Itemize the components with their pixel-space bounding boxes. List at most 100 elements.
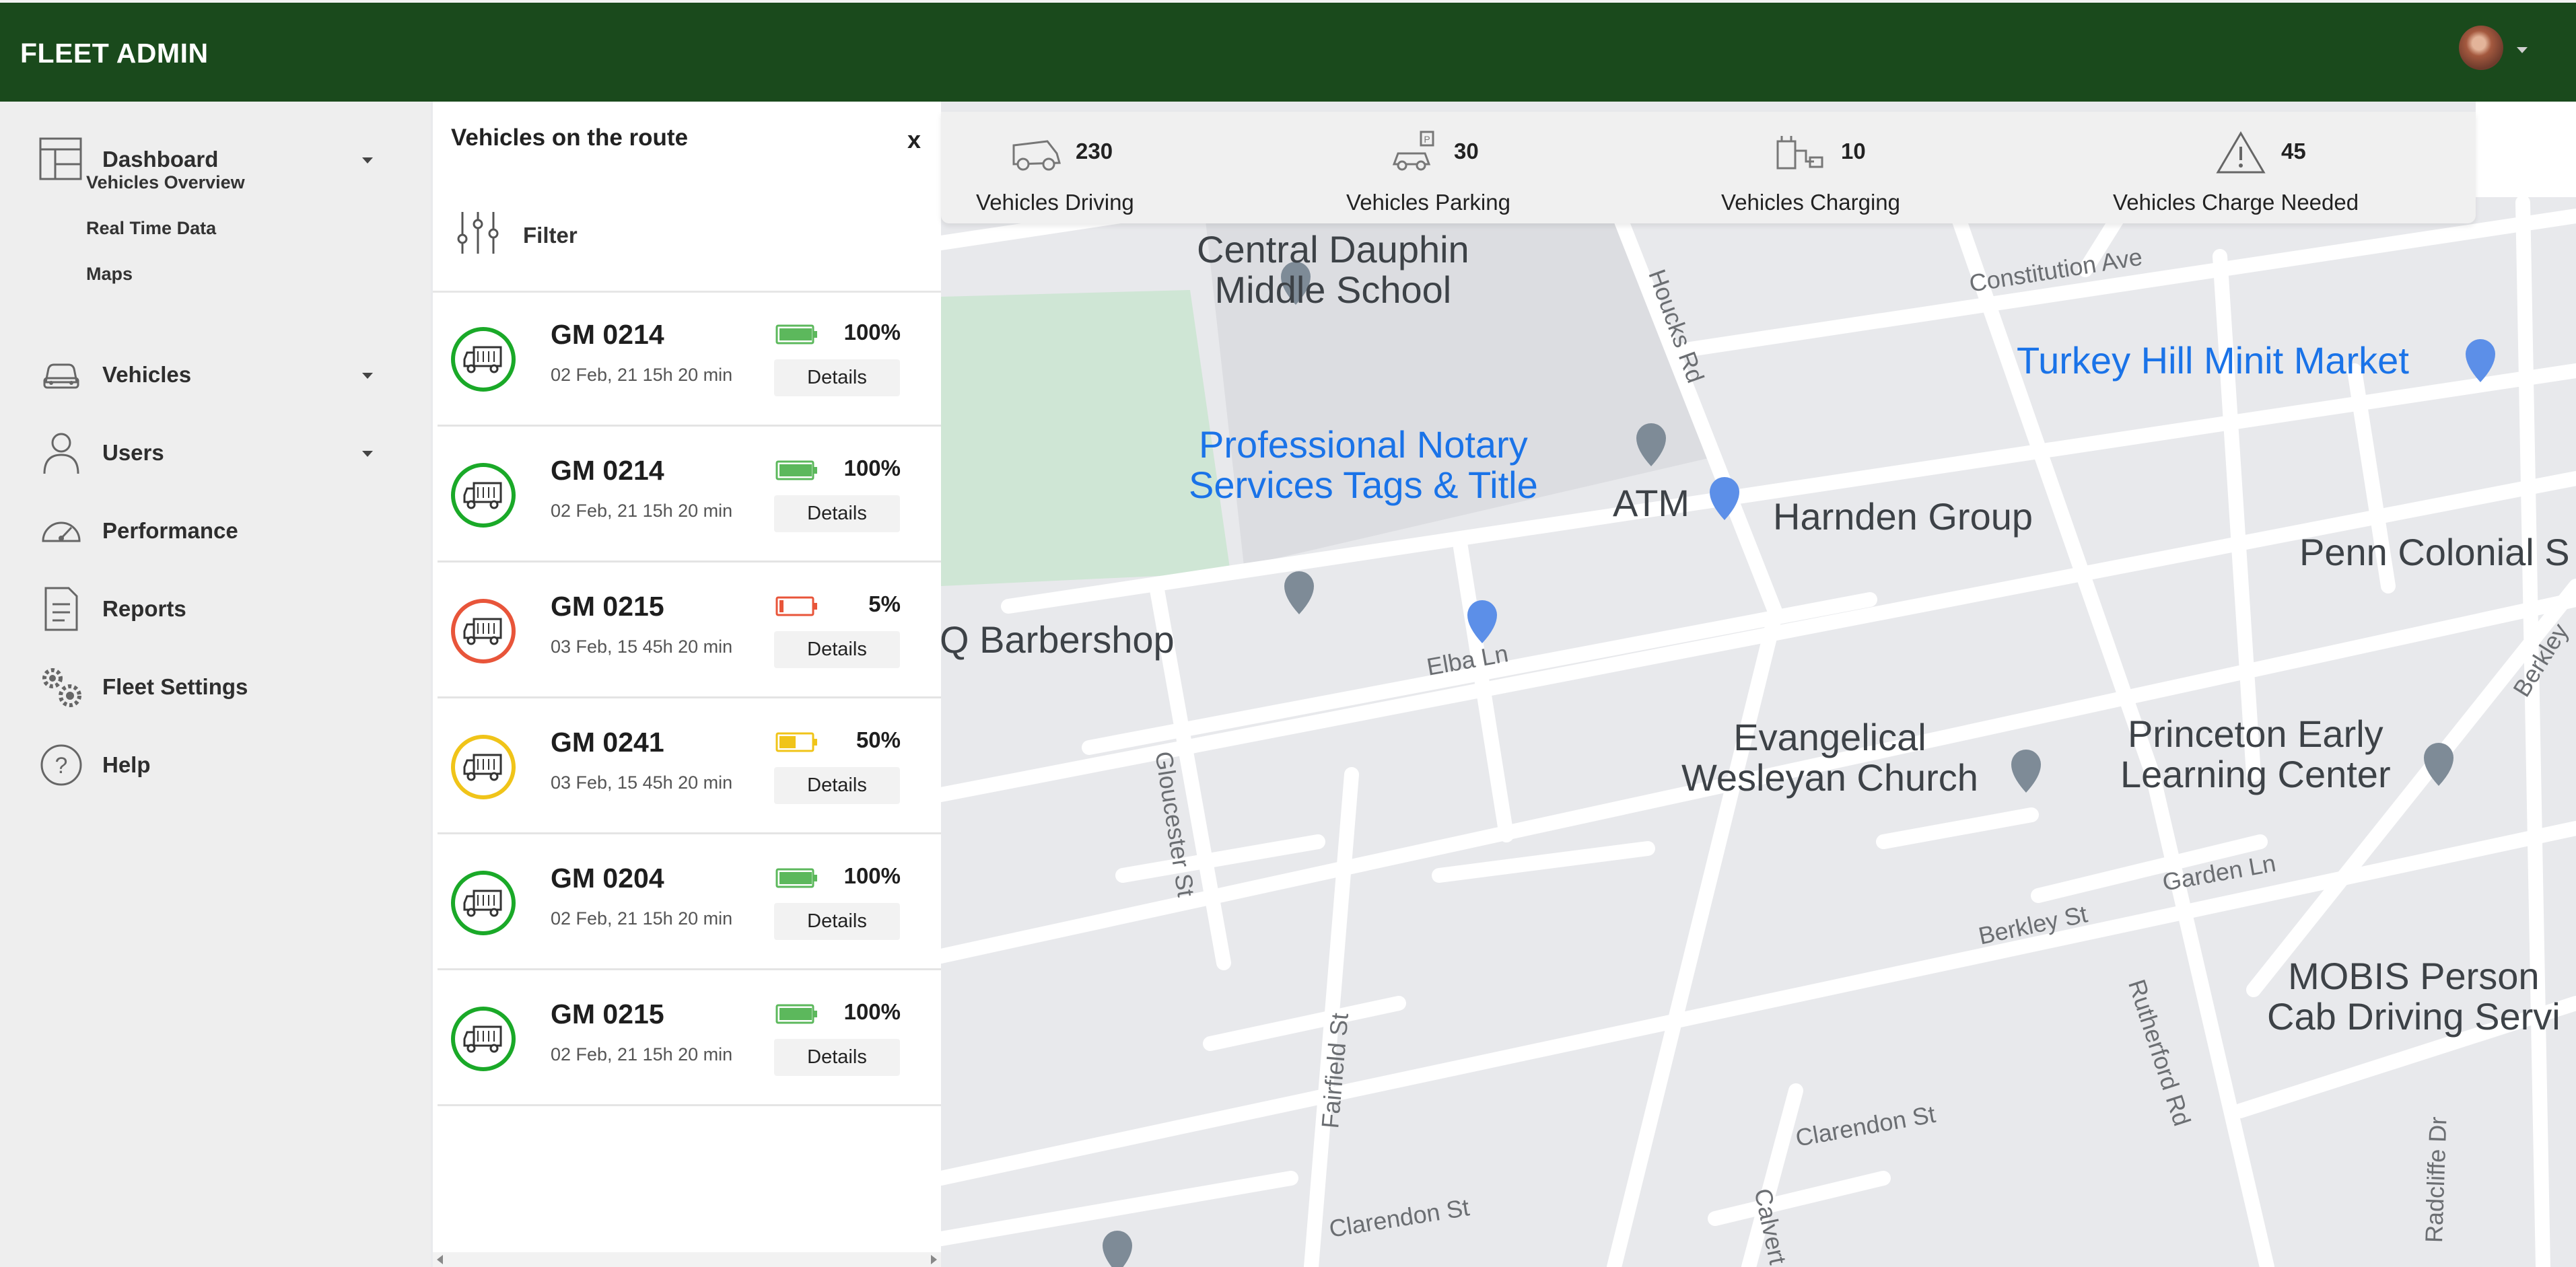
charging-icon xyxy=(1776,136,1823,170)
stat-vehicles-charge-needed: 45 Vehicles Charge Needed xyxy=(2113,131,2396,218)
vehicle-timestamp: 02 Feb, 21 15h 20 min xyxy=(551,365,733,385)
stat-vehicles-charging: 10 Vehicles Charging xyxy=(1721,131,1937,218)
chevron-down-icon[interactable] xyxy=(362,451,373,457)
warning-icon xyxy=(2216,131,2266,174)
scroll-right-icon[interactable] xyxy=(931,1255,937,1264)
map-poi-label[interactable]: Penn Colonial S xyxy=(2299,532,2570,573)
battery-icon xyxy=(775,1004,817,1024)
battery-icon xyxy=(775,732,817,752)
sidebar-subitem-real-time-data[interactable]: Real Time Data xyxy=(86,218,216,239)
map-poi-label[interactable]: Central Dauphin Middle School xyxy=(1197,229,1469,311)
sidebar-subitem-vehicles-overview[interactable]: Vehicles Overview xyxy=(86,172,245,193)
sidebar-item-reports[interactable]: Reports xyxy=(0,582,431,636)
battery-level-fill xyxy=(779,736,796,748)
vehicle-timestamp: 03 Feb, 15 45h 20 min xyxy=(551,637,733,657)
stat-label: Vehicles Driving xyxy=(976,190,1134,215)
stat-count: 30 xyxy=(1454,139,1479,164)
svg-text:?: ? xyxy=(55,753,68,779)
details-button[interactable]: Details xyxy=(774,495,900,532)
vehicle-timestamp: 02 Feb, 21 15h 20 min xyxy=(551,908,733,929)
dashboard-icon xyxy=(39,137,82,180)
sidebar-subitem-maps[interactable]: Maps xyxy=(86,264,133,285)
avatar[interactable] xyxy=(2459,26,2503,70)
sidebar-item-label: Users xyxy=(102,440,164,465)
stat-count: 230 xyxy=(1076,139,1113,164)
vehicle-row[interactable]: GM 0214 02 Feb, 21 15h 20 min 100% Details xyxy=(438,428,941,563)
sidebar-item-label: Fleet Settings xyxy=(102,674,248,699)
battery-percent: 100% xyxy=(843,999,901,1024)
car-icon xyxy=(1012,140,1061,171)
map-poi-label[interactable]: MOBIS Person Cab Driving Servi xyxy=(2267,955,2561,1038)
park-area xyxy=(941,290,1230,586)
battery-percent: 5% xyxy=(868,591,901,616)
scroll-left-icon[interactable] xyxy=(437,1255,443,1264)
map-poi-label[interactable]: Princeton Early Learning Center xyxy=(2120,713,2391,795)
vehicle-id: GM 0214 xyxy=(551,455,664,486)
map-poi-label[interactable]: Evangelical Wesleyan Church xyxy=(1681,717,1978,799)
filter-button[interactable]: Filter xyxy=(456,209,604,256)
sidebar-item-label: Dashboard xyxy=(102,147,219,172)
stat-label: Vehicles Charging xyxy=(1721,190,1900,215)
vehicle-id: GM 0215 xyxy=(551,591,664,622)
chevron-down-icon[interactable] xyxy=(2517,47,2528,53)
truck-icon xyxy=(451,735,516,799)
vehicle-row[interactable]: GM 0214 02 Feb, 21 15h 20 min 100% Details xyxy=(438,292,941,427)
sidebar-item-performance[interactable]: Performance xyxy=(0,504,431,558)
map-poi-label[interactable]: Professional Notary Services Tags & Title xyxy=(1189,424,1538,506)
sidebar-item-label: Performance xyxy=(102,518,238,543)
chevron-down-icon[interactable] xyxy=(362,157,373,164)
battery-percent: 50% xyxy=(856,727,901,752)
close-button[interactable]: x xyxy=(907,126,921,154)
stat-vehicles-driving: 230 Vehicles Driving xyxy=(976,131,1178,218)
stats-bar: 230 Vehicles Driving P 30 Vehicles Parki… xyxy=(941,112,2476,223)
sidebar-item-users[interactable]: Users xyxy=(0,426,431,480)
battery-percent: 100% xyxy=(843,863,901,888)
vehicle-row[interactable]: GM 0215 02 Feb, 21 15h 20 min 100% Details xyxy=(438,972,941,1106)
map-poi-label[interactable]: Q Barbershop xyxy=(941,619,1175,660)
truck-icon xyxy=(451,1007,516,1071)
truck-icon xyxy=(451,327,516,392)
vehicles-panel: Vehicles on the route x Filter GM 0214 02… xyxy=(433,102,941,1267)
details-button[interactable]: Details xyxy=(774,631,900,668)
details-button[interactable]: Details xyxy=(774,767,900,804)
top-bar: FLEET ADMIN xyxy=(0,0,2576,102)
battery-percent: 100% xyxy=(843,320,901,345)
horizontal-scrollbar[interactable] xyxy=(433,1252,941,1267)
vehicle-row[interactable]: GM 0241 03 Feb, 15 45h 20 min 50% Details xyxy=(438,700,941,834)
sidebar-item-help[interactable]: ? Help xyxy=(0,738,431,792)
vehicle-id: GM 0215 xyxy=(551,999,664,1029)
battery-icon xyxy=(775,324,817,345)
map[interactable]: Central Dauphin Middle School Turkey Hill… xyxy=(941,102,2576,1267)
gears-icon xyxy=(42,668,81,707)
map-search-area[interactable] xyxy=(2476,102,2576,197)
sidebar-item-vehicles[interactable]: Vehicles xyxy=(0,348,431,402)
details-button[interactable]: Details xyxy=(774,359,900,396)
user-icon xyxy=(43,433,79,474)
battery-icon xyxy=(775,596,817,616)
vehicle-id: GM 0241 xyxy=(551,727,664,758)
stat-vehicles-parking: P 30 Vehicles Parking xyxy=(1346,131,1548,218)
sidebar-item-label: Vehicles xyxy=(102,362,192,387)
app-title: FLEET ADMIN xyxy=(20,38,209,69)
truck-icon xyxy=(451,463,516,528)
battery-level-fill xyxy=(779,464,812,476)
details-button[interactable]: Details xyxy=(774,903,900,940)
battery-level-fill xyxy=(779,600,784,612)
sidebar: Dashboard Vehicles Overview Real Time Da… xyxy=(0,102,431,1267)
car-icon xyxy=(43,363,79,389)
map-poi-label[interactable]: Turkey Hill Minit Market xyxy=(2017,340,2409,381)
map-poi-label[interactable]: Harnden Group xyxy=(1773,496,2033,537)
vehicle-row[interactable]: GM 0204 02 Feb, 21 15h 20 min 100% Details xyxy=(438,836,941,970)
battery-icon xyxy=(775,460,817,480)
sidebar-item-fleet-settings[interactable]: Fleet Settings xyxy=(0,660,431,714)
panel-title: Vehicles on the route xyxy=(451,124,689,151)
battery-level-fill xyxy=(779,872,812,884)
chevron-down-icon[interactable] xyxy=(362,373,373,379)
sidebar-item-label: Reports xyxy=(102,596,186,621)
map-poi-label[interactable]: ATM xyxy=(1613,482,1690,523)
details-button[interactable]: Details xyxy=(774,1039,900,1076)
vehicle-row[interactable]: GM 0215 03 Feb, 15 45h 20 min 5% Details xyxy=(438,564,941,698)
vehicle-id: GM 0204 xyxy=(551,863,664,894)
battery-percent: 100% xyxy=(843,456,901,480)
truck-icon xyxy=(451,871,516,935)
